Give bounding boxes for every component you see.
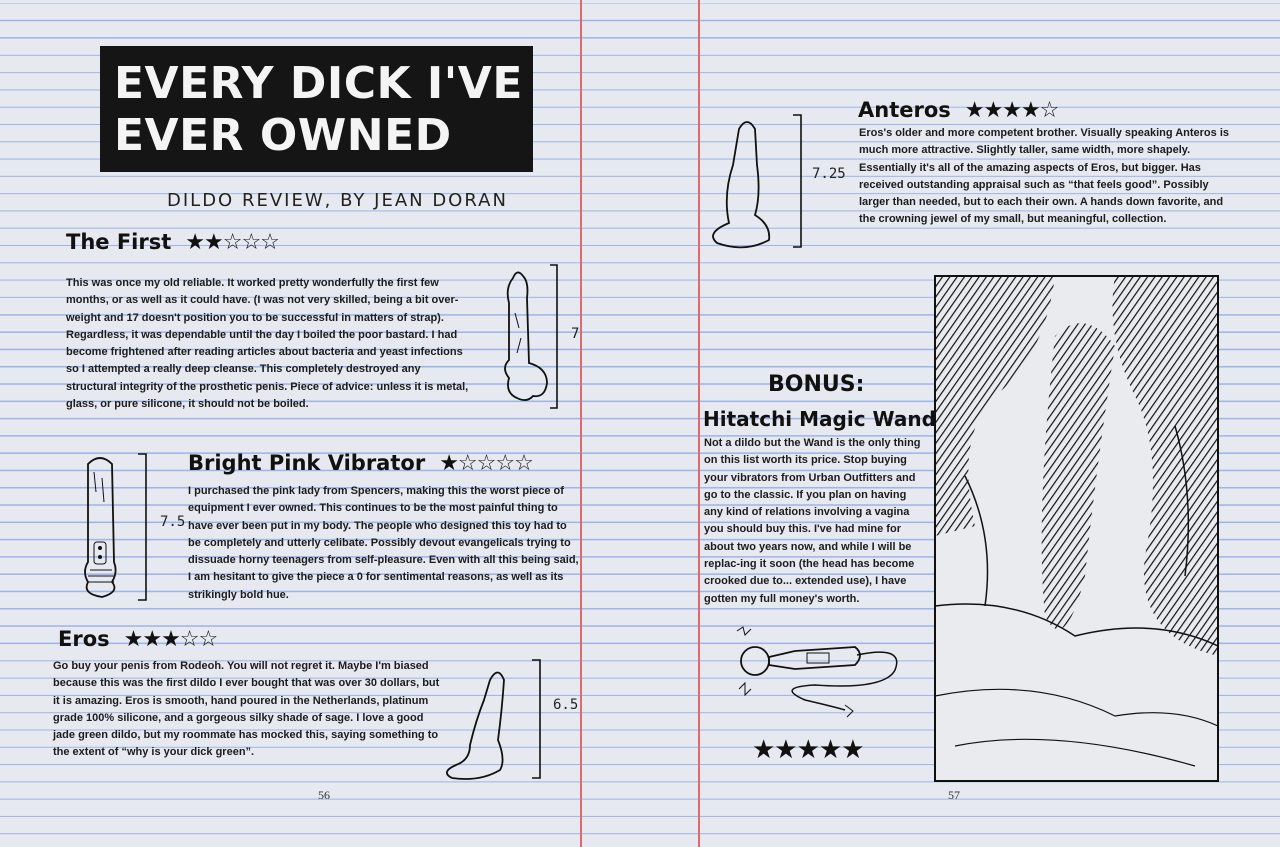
length-label: 6.5	[553, 697, 579, 713]
review-heading-eros: Eros ★★★☆☆	[58, 627, 219, 652]
star-rating: ★★☆☆☆	[185, 230, 280, 255]
review-text-anteros: Eros's older and more competent brother.…	[859, 127, 1229, 226]
dildo-illustration-anteros	[712, 114, 802, 249]
page-number-left: 56	[318, 788, 330, 802]
magic-wand-illustration	[736, 626, 898, 718]
bonus-heading: Hitatchi Magic Wand	[703, 407, 936, 431]
vibrator-illustration	[84, 453, 147, 601]
review-heading-anteros: Anteros ★★★★☆	[858, 98, 1060, 123]
review-heading-the-first: The First ★★☆☆☆	[66, 230, 280, 255]
title-line-1: EVERY DICK I'VE	[114, 58, 523, 109]
review-heading-bright-pink-vibrator: Bright Pink Vibrator ★☆☆☆☆	[188, 451, 534, 476]
review-text-the-first: This was once my old reliable. It worked…	[66, 277, 469, 411]
star-rating: ★★★☆☆	[123, 627, 219, 652]
hatched-ink-illustration	[934, 275, 1219, 782]
title-line-2: EVER OWNED	[114, 110, 452, 161]
byline: DILDO REVIEW, BY JEAN DORAN	[167, 190, 508, 211]
star-rating: ★☆☆☆☆	[439, 451, 534, 476]
bonus-label: BONUS:	[768, 372, 865, 397]
page-title: EVERY DICK I'VE EVER OWNED	[100, 46, 533, 172]
page-number-right: 57	[948, 788, 960, 802]
review-name: The First	[66, 230, 172, 254]
margin-line-right	[698, 0, 700, 847]
review-text-bright-pink-vibrator: I purchased the pink lady from Spencers,…	[188, 485, 579, 601]
review-name: Eros	[58, 627, 110, 651]
review-text-eros: Go buy your penis from Rodeoh. You will …	[53, 660, 440, 759]
length-label: 7.5	[160, 514, 186, 530]
review-name: Bright Pink Vibrator	[188, 451, 426, 475]
bonus-text: Not a dildo but the Wand is the only thi…	[704, 437, 921, 605]
margin-line-left	[580, 0, 582, 847]
length-label: 7	[571, 326, 580, 342]
star-rating: ★★★★☆	[964, 98, 1060, 123]
dildo-illustration-eros	[446, 659, 541, 780]
review-name: Anteros	[858, 98, 951, 122]
length-label: 7.25	[812, 166, 846, 182]
bonus-star-rating: ★★★★★	[752, 735, 865, 765]
dildo-illustration-the-first	[504, 264, 558, 409]
